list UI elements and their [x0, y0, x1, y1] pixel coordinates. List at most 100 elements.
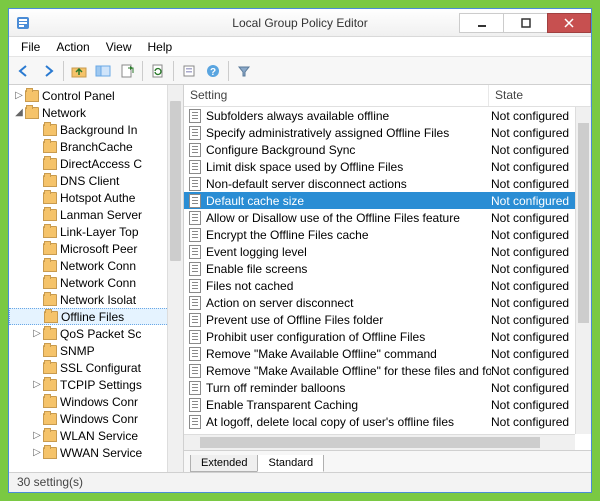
show-pane-button[interactable] [92, 60, 114, 82]
tree-item-label: DirectAccess C [60, 157, 142, 171]
list-row[interactable]: Allow or Disallow use of the Offline Fil… [184, 209, 591, 226]
toolbar-separator [142, 61, 143, 81]
folder-icon [43, 430, 57, 442]
tab-extended[interactable]: Extended [190, 455, 258, 472]
tree-item[interactable]: ▷TCPIP Settings [9, 376, 183, 393]
list-row[interactable]: At logoff, delete local copy of user's o… [184, 413, 591, 430]
expand-icon[interactable]: ▷ [13, 90, 25, 101]
tree-item[interactable]: ▷Windows Conr [9, 393, 183, 410]
setting-name: Enable Transparent Caching [206, 398, 491, 412]
properties-button[interactable] [178, 60, 200, 82]
toolbar-separator [63, 61, 64, 81]
refresh-button[interactable] [147, 60, 169, 82]
list-row[interactable]: Configure Background SyncNot configured [184, 141, 591, 158]
setting-name: Remove "Make Available Offline" command [206, 347, 491, 361]
tree-item[interactable]: ▷DirectAccess C [9, 155, 183, 172]
folder-icon [44, 311, 58, 323]
setting-name: Turn off reminder balloons [206, 381, 491, 395]
up-folder-button[interactable] [68, 60, 90, 82]
tree-item[interactable]: ▷SSL Configurat [9, 359, 183, 376]
tree-item[interactable]: ▷Control Panel [9, 87, 183, 104]
forward-button[interactable] [37, 60, 59, 82]
tree-item[interactable]: ▷BranchCache [9, 138, 183, 155]
column-state[interactable]: State [489, 85, 591, 106]
menu-action[interactable]: Action [48, 38, 97, 56]
list-row[interactable]: Prohibit user configuration of Offline F… [184, 328, 591, 345]
collapse-icon[interactable]: ◢ [13, 107, 25, 118]
tree-item-label: Network [42, 106, 86, 120]
column-setting[interactable]: Setting [184, 85, 489, 106]
list-row[interactable]: Enable Transparent CachingNot configured [184, 396, 591, 413]
list-row[interactable]: Prevent use of Offline Files folderNot c… [184, 311, 591, 328]
list-row[interactable]: Subfolders always available offlineNot c… [184, 107, 591, 124]
folder-icon [25, 107, 39, 119]
list-row[interactable]: Remove "Make Available Offline" commandN… [184, 345, 591, 362]
menu-file[interactable]: File [13, 38, 48, 56]
tree-item[interactable]: ▷SNMP [9, 342, 183, 359]
list-row[interactable]: Files not cachedNot configured [184, 277, 591, 294]
tree-item[interactable]: ▷DNS Client [9, 172, 183, 189]
policy-icon [188, 160, 202, 174]
setting-name: Remove "Make Available Offline" for thes… [206, 364, 491, 378]
list-row[interactable]: Enable file screensNot configured [184, 260, 591, 277]
setting-name: Configure Background Sync [206, 143, 491, 157]
policy-icon [188, 364, 202, 378]
list-row[interactable]: Action on server disconnectNot configure… [184, 294, 591, 311]
list-row[interactable]: Turn off reminder balloonsNot configured [184, 379, 591, 396]
tree-item[interactable]: ▷Microsoft Peer [9, 240, 183, 257]
filter-button[interactable] [233, 60, 255, 82]
list-row[interactable]: Remove "Make Available Offline" for thes… [184, 362, 591, 379]
vertical-scrollbar[interactable] [167, 85, 183, 472]
list-row[interactable]: Event logging levelNot configured [184, 243, 591, 260]
tree-item[interactable]: ▷Hotspot Authe [9, 189, 183, 206]
expand-icon[interactable]: ▷ [31, 328, 43, 339]
tree-item[interactable]: ▷ WWAN Service [9, 444, 183, 461]
tree-item[interactable]: ◢ Network [9, 104, 183, 121]
list-row[interactable]: Default cache sizeNot configured [184, 192, 591, 209]
close-button[interactable] [547, 13, 591, 33]
folder-icon [43, 362, 57, 374]
maximize-button[interactable] [503, 13, 547, 33]
tree-item-label: WWAN Service [60, 446, 142, 460]
list-row[interactable]: Specify administratively assigned Offlin… [184, 124, 591, 141]
tree-item[interactable]: ▷Background In [9, 121, 183, 138]
tree-item-label: BranchCache [60, 140, 133, 154]
list-row[interactable]: Limit disk space used by Offline FilesNo… [184, 158, 591, 175]
tree-item[interactable]: ▷Network Isolat [9, 291, 183, 308]
back-button[interactable] [13, 60, 35, 82]
titlebar[interactable]: Local Group Policy Editor [9, 9, 591, 37]
tree-item[interactable]: ▷Windows Conr [9, 410, 183, 427]
expand-icon[interactable]: ▷ [31, 430, 43, 441]
minimize-button[interactable] [459, 13, 503, 33]
tree-item-label: Background In [60, 123, 137, 137]
setting-name: Specify administratively assigned Offlin… [206, 126, 491, 140]
tree-item-label: Windows Conr [60, 412, 138, 426]
tree-item[interactable]: ▷Network Conn [9, 257, 183, 274]
vertical-scrollbar[interactable] [575, 107, 591, 434]
help-button[interactable]: ? [202, 60, 224, 82]
expand-icon[interactable]: ▷ [31, 379, 43, 390]
tab-standard[interactable]: Standard [257, 455, 324, 472]
scrollbar-thumb[interactable] [200, 437, 540, 448]
scrollbar-thumb[interactable] [170, 101, 181, 261]
tree-item[interactable]: ▷WLAN Service [9, 427, 183, 444]
horizontal-scrollbar[interactable] [184, 434, 575, 450]
tree-item[interactable]: ▷Network Conn [9, 274, 183, 291]
menu-help[interactable]: Help [140, 38, 181, 56]
policy-icon [188, 296, 202, 310]
folder-icon [43, 328, 57, 340]
tree-item-label: Lanman Server [60, 208, 142, 222]
list-row[interactable]: Non-default server disconnect actionsNot… [184, 175, 591, 192]
expand-icon[interactable]: ▷ [31, 447, 43, 458]
list-row[interactable]: Encrypt the Offline Files cacheNot confi… [184, 226, 591, 243]
tree-item[interactable]: ▷Link-Layer Top [9, 223, 183, 240]
menu-view[interactable]: View [98, 38, 140, 56]
scrollbar-thumb[interactable] [578, 123, 589, 323]
tree-item[interactable]: ▷Offline Files [9, 308, 183, 325]
window-frame: Local Group Policy Editor File Action Vi… [8, 8, 592, 493]
tree-item[interactable]: ▷QoS Packet Sc [9, 325, 183, 342]
export-list-button[interactable] [116, 60, 138, 82]
tree-item[interactable]: ▷Lanman Server [9, 206, 183, 223]
setting-name: Encrypt the Offline Files cache [206, 228, 491, 242]
folder-icon [43, 260, 57, 272]
